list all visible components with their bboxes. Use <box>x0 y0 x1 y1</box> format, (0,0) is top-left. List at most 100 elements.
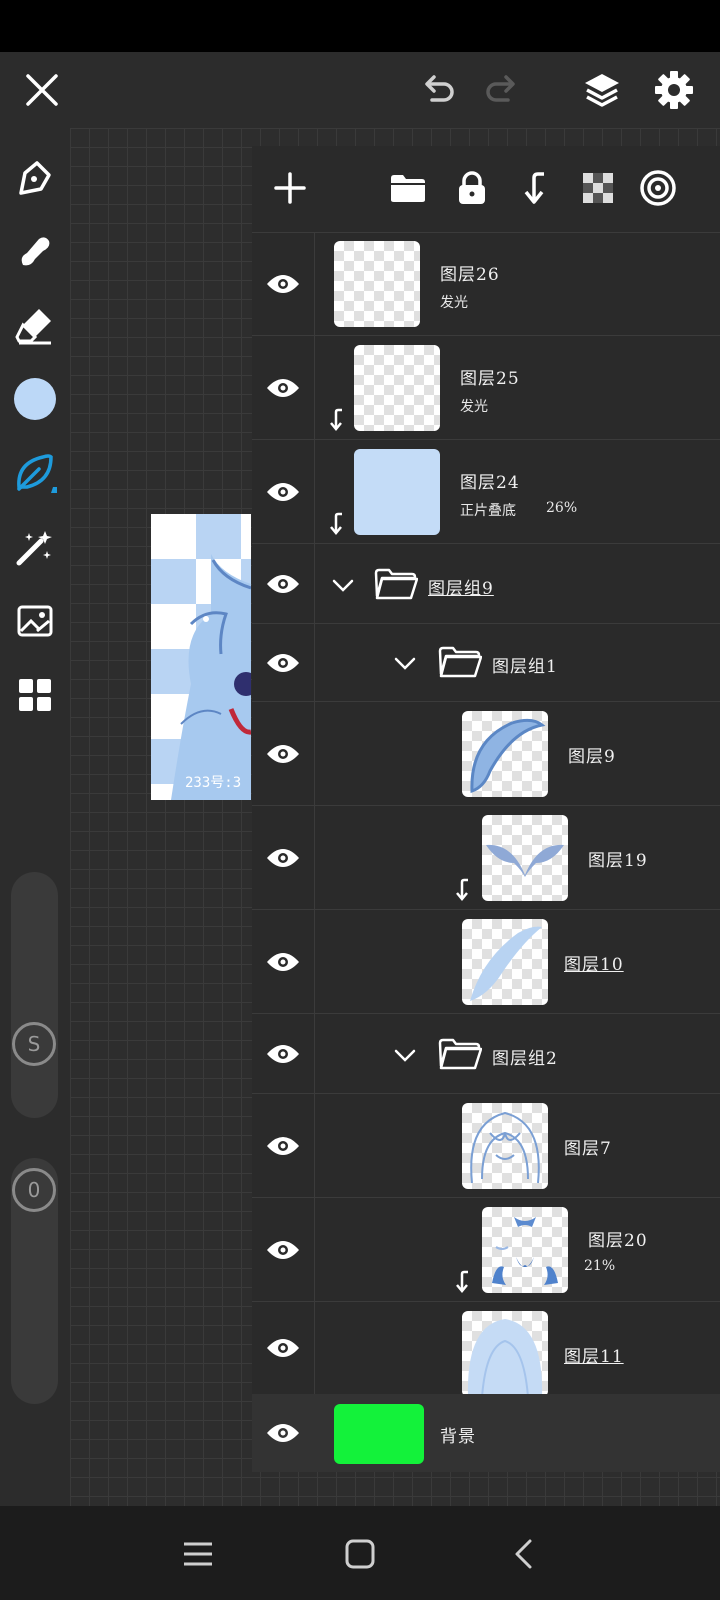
visibility-toggle[interactable] <box>252 1198 315 1301</box>
group-row[interactable]: 图层组9 <box>252 544 720 624</box>
eye-icon <box>267 1339 299 1357</box>
visibility-toggle[interactable] <box>252 440 315 543</box>
eye-icon <box>267 1136 299 1155</box>
layers-toolbar <box>252 146 720 233</box>
layer-name: 图层7 <box>564 1139 612 1159</box>
size-knob[interactable]: S <box>12 1022 56 1066</box>
group-row[interactable]: 图层组2 <box>252 1014 720 1094</box>
undo-button[interactable] <box>410 62 466 118</box>
chevron-down-icon[interactable] <box>392 650 418 676</box>
layer-row[interactable]: 图层26 发光 <box>252 232 720 336</box>
color-swatch[interactable] <box>12 376 58 422</box>
group-name: 图层组9 <box>428 579 494 599</box>
eye-icon <box>267 1424 299 1442</box>
layer-row[interactable]: 图层19 <box>252 806 720 910</box>
layer-row[interactable]: 图层7 <box>252 1094 720 1198</box>
layer-blend-mode: 发光 <box>460 399 488 415</box>
redo-button[interactable] <box>474 62 530 118</box>
eye-icon <box>267 653 299 672</box>
more-tools-button[interactable] <box>12 672 58 718</box>
layer-name: 图层20 <box>588 1231 648 1251</box>
folder-icon <box>438 1038 482 1070</box>
layer-thumbnail <box>482 815 568 901</box>
layers-panel: 图层26 发光 图层25 发光 图层24 正片叠底 26% 图层组9 图层组1 <box>252 146 720 1472</box>
folder-icon <box>438 646 482 678</box>
character-sketch <box>171 554 251 800</box>
layer-row[interactable]: 图层24 正片叠底 26% <box>252 440 720 544</box>
visibility-toggle[interactable] <box>252 1302 315 1394</box>
home-button[interactable] <box>332 1526 388 1582</box>
image-transform-tool[interactable] <box>12 598 58 644</box>
layers-button[interactable] <box>574 62 630 118</box>
wing-shape-thumbnail <box>486 844 564 877</box>
clip-arrow-icon <box>330 512 342 535</box>
magic-wand-icon <box>16 531 52 566</box>
layer-effects-button[interactable] <box>632 162 684 214</box>
lock-layer-button[interactable] <box>446 162 498 214</box>
layers-icon <box>585 74 619 107</box>
layer-row[interactable]: 图层20 21% <box>252 1198 720 1302</box>
folder-icon <box>374 568 418 600</box>
smudge-tool[interactable] <box>12 228 58 274</box>
layer-thumbnail <box>462 919 548 1005</box>
visibility-toggle[interactable] <box>252 702 315 805</box>
layer-row[interactable]: 图层9 <box>252 702 720 806</box>
new-folder-button[interactable] <box>382 162 434 214</box>
visibility-toggle[interactable] <box>252 624 315 701</box>
redo-icon <box>486 75 515 102</box>
visibility-toggle[interactable] <box>252 232 315 335</box>
recent-apps-button[interactable] <box>170 1526 226 1582</box>
opacity-knob[interactable]: 0 <box>12 1168 56 1212</box>
eraser-tool[interactable] <box>12 302 58 348</box>
eye-icon <box>267 952 299 971</box>
hair-lineart-thumbnail <box>470 1111 540 1184</box>
layer-row[interactable]: 图层10 <box>252 910 720 1014</box>
clip-arrow-icon <box>330 408 342 431</box>
layer-thumbnail <box>354 449 440 535</box>
layer-name: 图层26 <box>440 265 500 285</box>
chevron-down-icon[interactable] <box>392 1042 418 1068</box>
leaf-brush-icon <box>17 454 57 493</box>
visibility-toggle[interactable] <box>252 806 315 909</box>
gear-icon <box>655 71 693 109</box>
close-icon <box>26 74 58 106</box>
group-name: 图层组1 <box>492 657 558 677</box>
visibility-toggle[interactable] <box>252 1394 314 1472</box>
opacity-label: 0 <box>27 1178 41 1202</box>
brush-size-slider[interactable]: S <box>11 872 58 1118</box>
close-button[interactable] <box>14 62 70 118</box>
artwork-watermark: 233号:3 <box>185 775 242 791</box>
layer-thumbnail <box>482 1207 568 1293</box>
layer-blend-mode: 发光 <box>440 295 468 311</box>
layer-blend-mode: 正片叠底 <box>460 503 516 519</box>
layer-row[interactable]: 图层25 发光 <box>252 336 720 440</box>
background-layer-name: 背景 <box>440 1427 476 1447</box>
visibility-toggle[interactable] <box>252 910 315 1013</box>
checker-icon <box>583 173 613 203</box>
group-row[interactable]: 图层组1 <box>252 624 720 702</box>
back-button[interactable] <box>496 1526 552 1582</box>
alpha-lock-button[interactable] <box>572 162 624 214</box>
background-layer-row[interactable]: 背景 <box>252 1394 720 1472</box>
brush-tool[interactable] <box>12 450 58 496</box>
clip-arrow-icon <box>456 878 468 901</box>
layer-name: 图层24 <box>460 473 520 493</box>
visibility-toggle[interactable] <box>252 1094 315 1197</box>
visibility-toggle[interactable] <box>252 1014 315 1093</box>
opacity-slider[interactable]: 0 <box>11 1158 58 1404</box>
group-name: 图层组2 <box>492 1049 558 1069</box>
layer-thumbnail <box>354 345 440 431</box>
clipping-mask-button[interactable] <box>510 162 562 214</box>
settings-button[interactable] <box>646 62 702 118</box>
background-color-swatch[interactable] <box>334 1404 424 1464</box>
add-layer-button[interactable] <box>264 162 316 214</box>
visibility-toggle[interactable] <box>252 336 315 439</box>
layer-name: 图层19 <box>588 851 648 871</box>
pen-tool[interactable] <box>12 156 58 202</box>
chevron-down-icon[interactable] <box>330 572 356 598</box>
size-label: S <box>27 1032 41 1056</box>
magic-wand-tool[interactable] <box>12 524 58 570</box>
visibility-toggle[interactable] <box>252 544 315 623</box>
layer-row[interactable]: 图层11 <box>252 1302 720 1394</box>
artwork-preview[interactable]: 233号:3 <box>151 514 251 800</box>
